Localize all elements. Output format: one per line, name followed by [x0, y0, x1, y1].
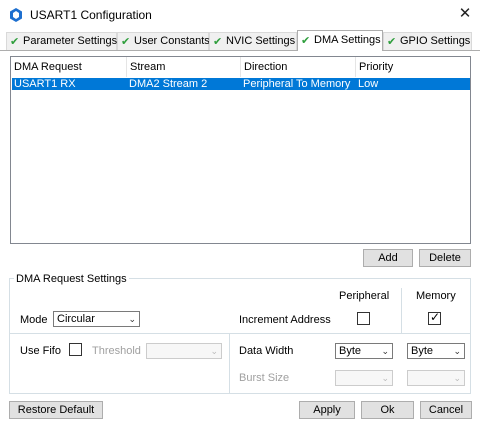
group-divider — [10, 333, 470, 334]
increment-address-label: Increment Address — [239, 314, 331, 326]
threshold-select[interactable]: ⌄ — [146, 343, 222, 359]
cancel-button[interactable]: Cancel — [420, 401, 472, 419]
tab-label: User Constants — [134, 35, 210, 47]
tab-label: GPIO Settings — [400, 35, 471, 47]
apply-button[interactable]: Apply — [299, 401, 355, 419]
check-icon: ✔ — [213, 36, 223, 48]
peripheral-data-width-value: Byte — [339, 345, 362, 357]
table-row[interactable]: USART1 RX DMA2 Stream 2 Peripheral To Me… — [12, 78, 470, 90]
check-icon: ✔ — [301, 35, 311, 47]
chevron-down-icon: ⌄ — [453, 346, 461, 356]
tab-label: NVIC Settings — [226, 35, 296, 47]
tab-gpio-settings[interactable]: ✔ GPIO Settings — [383, 32, 472, 50]
peripheral-data-width-select[interactable]: Byte ⌄ — [335, 343, 393, 359]
chevron-down-icon: ⌄ — [128, 314, 136, 324]
ok-button[interactable]: Ok — [361, 401, 414, 419]
mode-select[interactable]: Circular ⌄ — [53, 311, 140, 327]
dma-request-table[interactable]: DMA Request Stream Direction Priority US… — [10, 56, 471, 244]
tab-user-constants[interactable]: ✔ User Constants — [117, 32, 210, 50]
cell-priority: Low — [358, 78, 379, 90]
check-icon: ✔ — [121, 36, 131, 48]
chevron-down-icon: ⌄ — [381, 346, 389, 356]
memory-data-width-select[interactable]: Byte ⌄ — [407, 343, 465, 359]
memory-burst-size-select[interactable]: ⌄ — [407, 370, 465, 386]
threshold-label: Threshold — [92, 345, 141, 357]
mode-value: Circular — [57, 313, 95, 325]
peripheral-column-label: Peripheral — [339, 290, 390, 302]
memory-column-label: Memory — [416, 290, 456, 302]
peripheral-increment-checkbox[interactable] — [357, 312, 370, 325]
check-icon: ✔ — [387, 36, 397, 48]
restore-default-button[interactable]: Restore Default — [9, 401, 103, 419]
app-icon — [10, 8, 22, 22]
column-header-direction[interactable]: Direction — [241, 57, 356, 77]
cell-request: USART1 RX — [14, 78, 76, 90]
peripheral-burst-size-select[interactable]: ⌄ — [335, 370, 393, 386]
window-title: USART1 Configuration — [30, 8, 152, 22]
checkmark-icon: ✓ — [430, 310, 441, 324]
column-header-stream[interactable]: Stream — [127, 57, 241, 77]
use-fifo-checkbox[interactable] — [69, 343, 82, 356]
memory-data-width-value: Byte — [411, 345, 434, 357]
column-header-dma-request[interactable]: DMA Request — [11, 57, 127, 77]
add-button[interactable]: Add — [363, 249, 413, 267]
data-width-label: Data Width — [239, 345, 294, 357]
tab-parameter-settings[interactable]: ✔ Parameter Settings — [6, 32, 117, 50]
chevron-down-icon: ⌄ — [210, 346, 218, 356]
column-divider — [401, 288, 402, 333]
column-header-priority[interactable]: Priority — [356, 57, 470, 77]
check-icon: ✔ — [10, 36, 20, 48]
chevron-down-icon: ⌄ — [381, 373, 389, 383]
burst-size-label: Burst Size — [239, 372, 290, 384]
tab-label: Parameter Settings — [23, 35, 118, 47]
group-vertical-divider — [229, 334, 230, 393]
mode-label: Mode — [20, 314, 48, 326]
chevron-down-icon: ⌄ — [453, 373, 461, 383]
tab-nvic-settings[interactable]: ✔ NVIC Settings — [209, 32, 297, 50]
group-title: DMA Request Settings — [14, 273, 129, 285]
tab-dma-settings[interactable]: ✔ DMA Settings — [297, 30, 383, 51]
memory-increment-checkbox[interactable]: ✓ — [428, 310, 441, 325]
use-fifo-label: Use Fifo — [20, 345, 61, 357]
delete-button[interactable]: Delete — [419, 249, 471, 267]
close-icon[interactable]: ✕ — [456, 4, 474, 24]
tab-label: DMA Settings — [314, 34, 381, 46]
cell-stream: DMA2 Stream 2 — [129, 78, 208, 90]
cell-direction: Peripheral To Memory — [243, 78, 351, 90]
